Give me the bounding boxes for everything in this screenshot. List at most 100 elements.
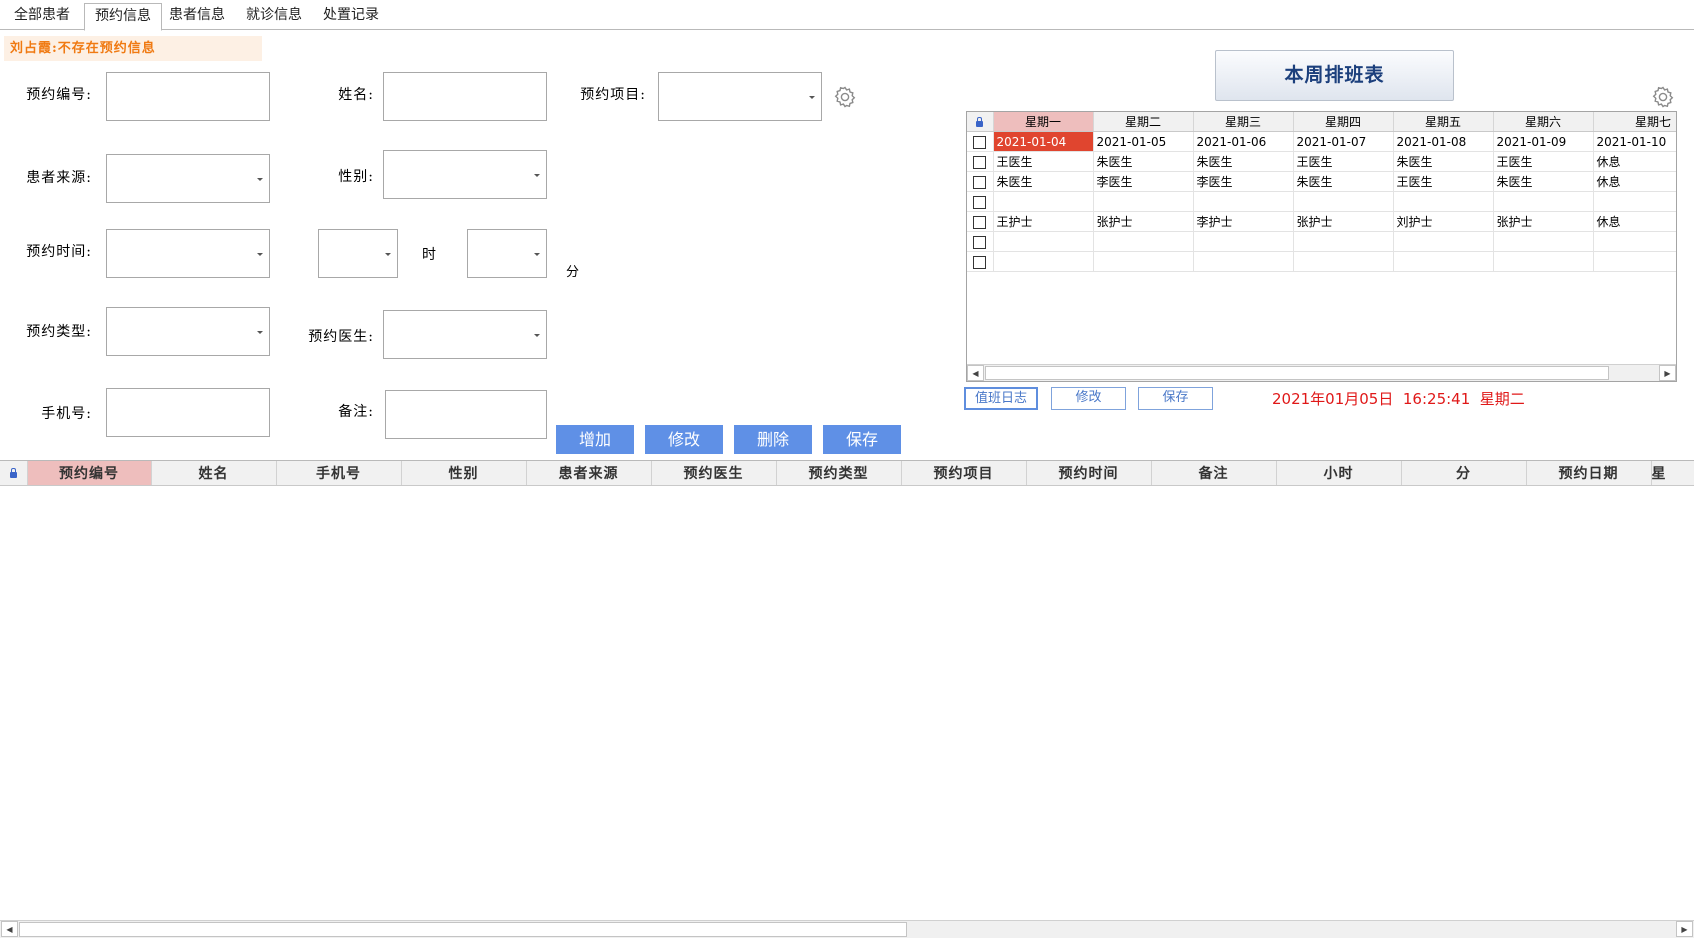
schedule-cell[interactable]: 张护士 bbox=[1293, 211, 1394, 232]
schedule-cell[interactable]: 张护士 bbox=[1093, 211, 1194, 232]
table-row[interactable]: 王医生 朱医生 朱医生 王医生 朱医生 王医生 休息 bbox=[967, 151, 1676, 172]
column-hour[interactable]: 小时 bbox=[1276, 461, 1402, 486]
column-date[interactable]: 预约日期 bbox=[1526, 461, 1652, 486]
column-phone[interactable]: 手机号 bbox=[276, 461, 402, 486]
schedule-cell[interactable] bbox=[1593, 231, 1676, 252]
schedule-cell[interactable]: 王医生 bbox=[1293, 151, 1394, 172]
schedule-cell[interactable] bbox=[1593, 251, 1676, 272]
schedule-cell[interactable] bbox=[1493, 191, 1594, 212]
minute-select[interactable] bbox=[467, 229, 547, 278]
gender-select[interactable] bbox=[383, 150, 547, 199]
date-select[interactable] bbox=[106, 229, 270, 278]
column-patient-source[interactable]: 患者来源 bbox=[526, 461, 652, 486]
schedule-header-wed[interactable]: 星期三 bbox=[1193, 112, 1294, 132]
table-row[interactable]: 2021-01-04 2021-01-05 2021-01-06 2021-01… bbox=[967, 131, 1676, 152]
scroll-thumb[interactable] bbox=[19, 922, 907, 937]
column-doctor[interactable]: 预约医生 bbox=[651, 461, 777, 486]
schedule-cell[interactable] bbox=[1293, 251, 1394, 272]
schedule-header-fri[interactable]: 星期五 bbox=[1393, 112, 1494, 132]
schedule-cell[interactable] bbox=[1493, 231, 1594, 252]
edit-button[interactable]: 修改 bbox=[645, 425, 723, 454]
column-gender[interactable]: 性别 bbox=[401, 461, 527, 486]
row-checkbox[interactable] bbox=[973, 175, 987, 189]
save-button[interactable]: 保存 bbox=[823, 425, 901, 454]
schedule-cell[interactable]: 朱医生 bbox=[1293, 171, 1394, 192]
schedule-cell[interactable] bbox=[1193, 191, 1294, 212]
table-row[interactable] bbox=[967, 251, 1676, 272]
schedule-horizontal-scrollbar[interactable]: ◀ ▶ bbox=[967, 364, 1676, 381]
tab-visit-info[interactable]: 就诊信息 bbox=[236, 3, 312, 30]
table-row[interactable] bbox=[967, 231, 1676, 252]
schedule-cell[interactable]: 2021-01-05 bbox=[1093, 131, 1194, 152]
schedule-cell[interactable] bbox=[1593, 191, 1676, 212]
schedule-cell[interactable]: 王医生 bbox=[1493, 151, 1594, 172]
schedule-cell[interactable] bbox=[1393, 191, 1494, 212]
schedule-cell[interactable]: 休息 bbox=[1593, 211, 1676, 232]
schedule-save-button[interactable]: 保存 bbox=[1138, 387, 1213, 410]
tab-appointment-info[interactable]: 预约信息 bbox=[84, 3, 162, 31]
schedule-cell[interactable]: 李医生 bbox=[1093, 171, 1194, 192]
row-checkbox[interactable] bbox=[973, 135, 987, 149]
source-select[interactable] bbox=[106, 154, 270, 203]
schedule-header-sun[interactable]: 星期七 bbox=[1593, 112, 1676, 132]
tab-all-patients[interactable]: 全部患者 bbox=[4, 3, 80, 30]
gear-icon[interactable] bbox=[833, 85, 857, 109]
phone-input[interactable] bbox=[106, 388, 270, 437]
table-row[interactable]: 朱医生 李医生 李医生 朱医生 王医生 朱医生 休息 bbox=[967, 171, 1676, 192]
schedule-cell[interactable]: 朱医生 bbox=[993, 171, 1094, 192]
schedule-cell[interactable]: 朱医生 bbox=[1093, 151, 1194, 172]
schedule-edit-button[interactable]: 修改 bbox=[1051, 387, 1126, 410]
schedule-header-thu[interactable]: 星期四 bbox=[1293, 112, 1394, 132]
schedule-cell[interactable]: 2021-01-04 bbox=[993, 131, 1094, 152]
schedule-cell[interactable]: 张护士 bbox=[1493, 211, 1594, 232]
add-button[interactable]: 增加 bbox=[556, 425, 634, 454]
scroll-right-icon[interactable]: ▶ bbox=[1659, 365, 1676, 381]
schedule-cell[interactable] bbox=[1093, 191, 1194, 212]
schedule-cell[interactable] bbox=[1293, 231, 1394, 252]
schedule-cell[interactable] bbox=[1193, 231, 1294, 252]
schedule-cell[interactable] bbox=[1393, 251, 1494, 272]
schedule-cell[interactable] bbox=[1393, 231, 1494, 252]
schedule-header-tue[interactable]: 星期二 bbox=[1093, 112, 1194, 132]
schedule-cell[interactable]: 王医生 bbox=[1393, 171, 1494, 192]
row-checkbox[interactable] bbox=[973, 155, 987, 169]
schedule-cell[interactable] bbox=[1493, 251, 1594, 272]
schedule-cell[interactable]: 2021-01-10 bbox=[1593, 131, 1676, 152]
doctor-select[interactable] bbox=[383, 310, 547, 359]
column-item[interactable]: 预约项目 bbox=[901, 461, 1027, 486]
delete-button[interactable]: 删除 bbox=[734, 425, 812, 454]
column-type[interactable]: 预约类型 bbox=[776, 461, 902, 486]
row-checkbox[interactable] bbox=[973, 195, 987, 209]
column-week[interactable]: 星 bbox=[1651, 461, 1694, 486]
schedule-cell[interactable] bbox=[993, 251, 1094, 272]
row-checkbox[interactable] bbox=[973, 235, 987, 249]
tab-patient-info[interactable]: 患者信息 bbox=[159, 3, 235, 30]
schedule-cell[interactable]: 刘护士 bbox=[1393, 211, 1494, 232]
schedule-cell[interactable]: 2021-01-06 bbox=[1193, 131, 1294, 152]
schedule-cell[interactable]: 2021-01-09 bbox=[1493, 131, 1594, 152]
tab-treatment-records[interactable]: 处置记录 bbox=[313, 3, 389, 30]
column-time[interactable]: 预约时间 bbox=[1026, 461, 1152, 486]
schedule-cell[interactable]: 李护士 bbox=[1193, 211, 1294, 232]
main-horizontal-scrollbar[interactable]: ◀ ▶ bbox=[0, 920, 1694, 938]
column-appointment-no[interactable]: 预约编号 bbox=[27, 461, 152, 486]
name-input[interactable] bbox=[383, 72, 547, 121]
type-select[interactable] bbox=[106, 307, 270, 356]
column-name[interactable]: 姓名 bbox=[151, 461, 277, 486]
schedule-cell[interactable]: 朱医生 bbox=[1493, 171, 1594, 192]
schedule-cell[interactable]: 休息 bbox=[1593, 171, 1676, 192]
hour-select[interactable] bbox=[318, 229, 398, 278]
item-select[interactable] bbox=[658, 72, 822, 121]
schedule-cell[interactable]: 2021-01-07 bbox=[1293, 131, 1394, 152]
schedule-cell[interactable] bbox=[1093, 251, 1194, 272]
schedule-cell[interactable]: 朱医生 bbox=[1193, 151, 1294, 172]
row-checkbox[interactable] bbox=[973, 255, 987, 269]
schedule-cell[interactable]: 朱医生 bbox=[1393, 151, 1494, 172]
appointment-no-input[interactable] bbox=[106, 72, 270, 121]
scroll-right-icon[interactable]: ▶ bbox=[1676, 921, 1693, 937]
schedule-cell[interactable]: 李医生 bbox=[1193, 171, 1294, 192]
schedule-cell[interactable]: 休息 bbox=[1593, 151, 1676, 172]
schedule-cell[interactable] bbox=[993, 191, 1094, 212]
schedule-header-sat[interactable]: 星期六 bbox=[1493, 112, 1594, 132]
weekly-schedule-button[interactable]: 本周排班表 bbox=[1215, 50, 1454, 101]
